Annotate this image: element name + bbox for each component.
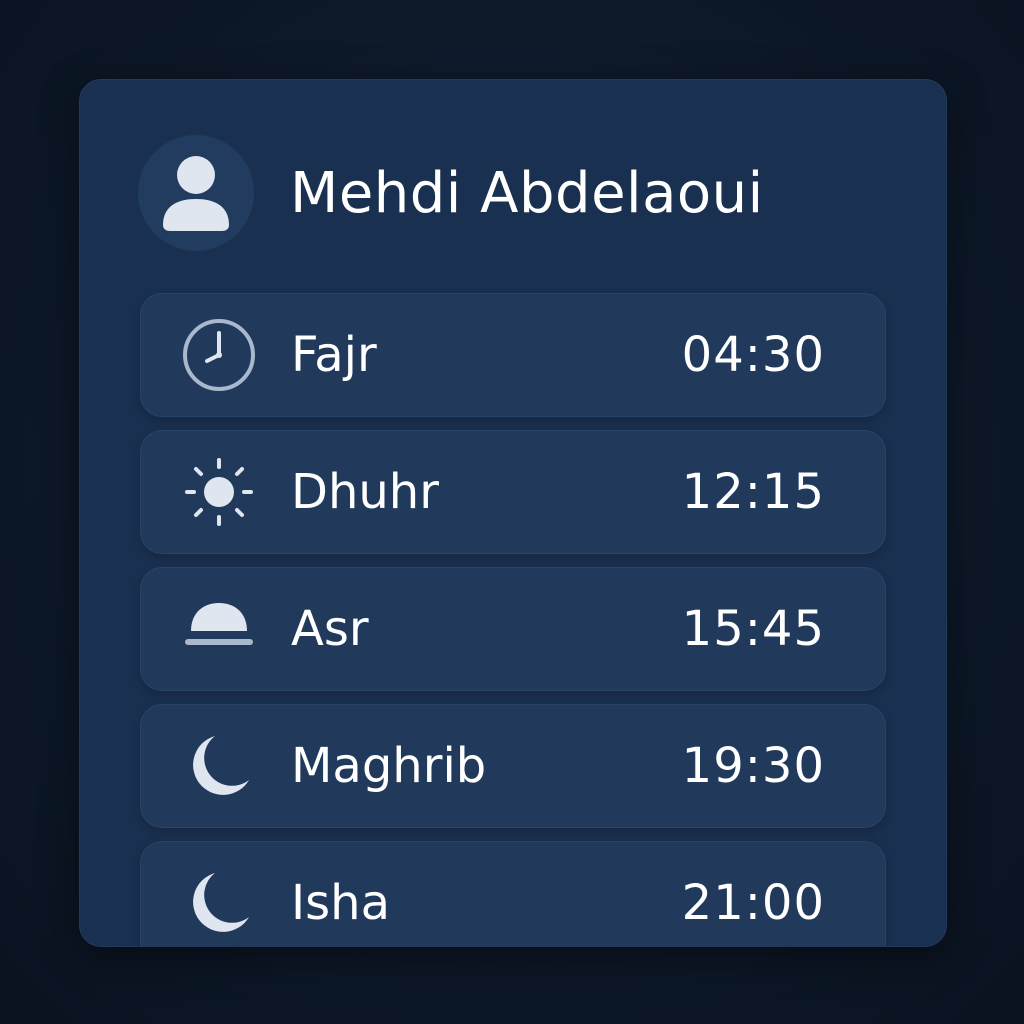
prayer-time: 12:15 <box>681 464 825 520</box>
prayer-row-isha[interactable]: Isha 21:00 <box>140 841 886 946</box>
clock-icon <box>181 317 257 393</box>
prayer-name: Isha <box>291 875 390 931</box>
user-name: Mehdi Abdelaoui <box>290 160 764 226</box>
prayer-time: 21:00 <box>681 875 825 931</box>
prayer-name: Fajr <box>291 327 377 383</box>
prayer-row-dhuhr[interactable]: Dhuhr 12:15 <box>140 430 886 554</box>
sun-icon <box>181 454 257 530</box>
prayer-row-asr[interactable]: Asr 15:45 <box>140 567 886 691</box>
prayer-times-card: Mehdi Abdelaoui Fajr 04:30 Dhuhr 12:15 A… <box>79 79 947 947</box>
profile-header: Mehdi Abdelaoui <box>138 135 764 251</box>
crescent-moon-icon <box>181 728 257 804</box>
sunset-icon <box>181 591 257 667</box>
prayer-time: 04:30 <box>681 327 825 383</box>
prayer-name: Asr <box>291 601 369 657</box>
prayer-row-maghrib[interactable]: Maghrib 19:30 <box>140 704 886 828</box>
crescent-moon-icon <box>181 865 257 941</box>
user-avatar-icon <box>163 156 229 231</box>
avatar[interactable] <box>138 135 254 251</box>
prayer-list: Fajr 04:30 Dhuhr 12:15 Asr 15:45 Maghrib… <box>140 293 886 946</box>
prayer-row-fajr[interactable]: Fajr 04:30 <box>140 293 886 417</box>
prayer-time: 19:30 <box>681 738 825 794</box>
prayer-name: Maghrib <box>291 738 487 794</box>
prayer-name: Dhuhr <box>291 464 439 520</box>
prayer-time: 15:45 <box>681 601 825 657</box>
